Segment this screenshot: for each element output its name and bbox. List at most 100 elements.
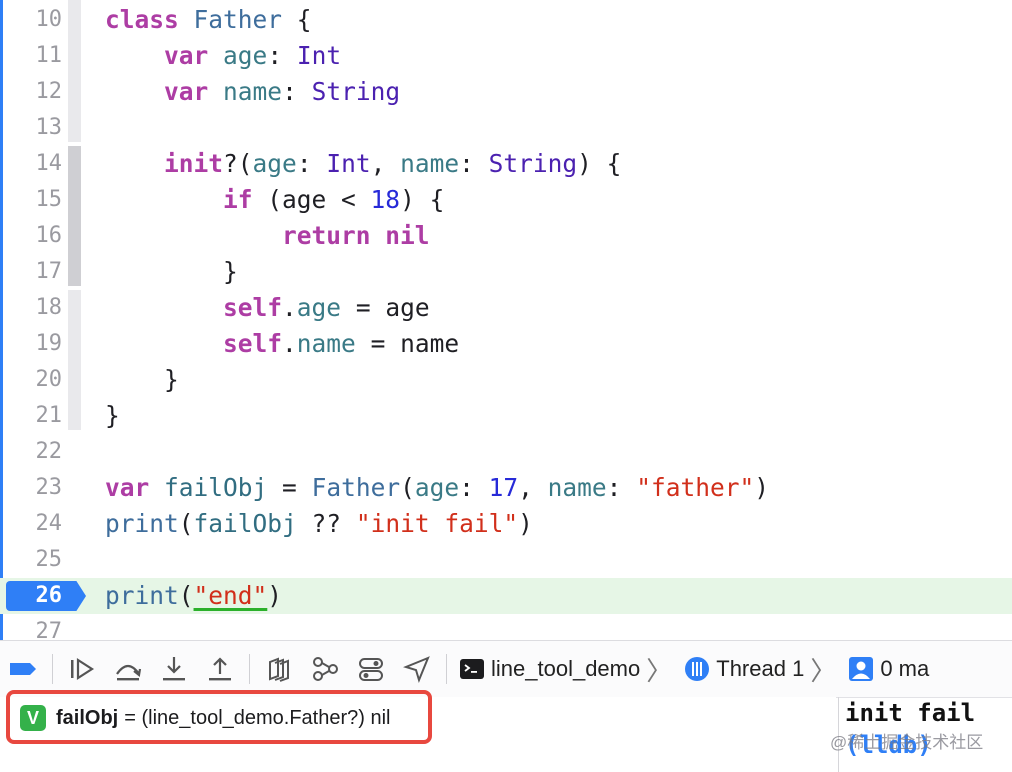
code-token: : bbox=[296, 149, 327, 178]
source-editor[interactable]: 10 class Father {11 var age: Int 12 var na… bbox=[0, 0, 1012, 640]
code-token: String bbox=[488, 149, 578, 178]
line-number[interactable]: 16 bbox=[0, 218, 63, 254]
code-line[interactable]: 16 return nil bbox=[0, 218, 1012, 254]
variable-value: = (line_tool_demo.Father?) nil bbox=[124, 706, 391, 729]
line-number[interactable]: 10 bbox=[0, 2, 63, 38]
line-number[interactable]: 26 bbox=[0, 578, 63, 614]
code-line[interactable]: 13 bbox=[0, 110, 1012, 146]
code-token: ) { bbox=[577, 149, 622, 178]
code-token: name bbox=[400, 149, 460, 178]
line-number[interactable]: 25 bbox=[0, 542, 63, 578]
code-token: if bbox=[223, 185, 253, 214]
code-line[interactable]: 15 if (age < 18) { bbox=[0, 182, 1012, 218]
line-number[interactable]: 22 bbox=[0, 434, 63, 470]
code-token: } bbox=[105, 401, 120, 430]
line-number[interactable]: 17 bbox=[0, 254, 63, 290]
code-line[interactable]: 17 } bbox=[0, 254, 1012, 290]
code-token: ?? bbox=[296, 509, 356, 538]
code-token: age bbox=[296, 293, 342, 322]
line-number[interactable]: 11 bbox=[0, 38, 63, 74]
simulate-location-icon[interactable] bbox=[394, 649, 440, 689]
code-token: : bbox=[267, 41, 297, 70]
code-token: : bbox=[282, 77, 312, 106]
code-line[interactable]: 19 self.name = name bbox=[0, 326, 1012, 362]
code-token: } bbox=[105, 257, 238, 286]
code-token: = bbox=[267, 473, 312, 502]
step-out-icon[interactable] bbox=[197, 649, 243, 689]
code-line[interactable]: 22 bbox=[0, 434, 1012, 470]
code-text: self.name = name bbox=[105, 326, 459, 362]
code-line[interactable]: 21} bbox=[0, 398, 1012, 434]
code-line[interactable]: 23 var failObj = Father(age: 17, name: "f… bbox=[0, 470, 1012, 506]
line-number[interactable]: 20 bbox=[0, 362, 63, 398]
code-token: , bbox=[370, 149, 401, 178]
code-token: age bbox=[414, 473, 460, 502]
code-line[interactable]: 18 self.age = age bbox=[0, 290, 1012, 326]
code-token: } bbox=[105, 365, 179, 394]
code-line[interactable]: 14 init?(age: Int, name: String) { bbox=[0, 146, 1012, 182]
breakpoints-toggle-icon[interactable] bbox=[0, 649, 46, 689]
code-token: age bbox=[223, 41, 268, 70]
code-line[interactable]: 25 bbox=[0, 542, 1012, 578]
continue-icon[interactable] bbox=[59, 649, 105, 689]
terminal-icon bbox=[453, 649, 491, 689]
line-number[interactable]: 21 bbox=[0, 398, 63, 434]
line-number[interactable]: 13 bbox=[0, 110, 63, 146]
step-over-icon[interactable] bbox=[105, 649, 151, 689]
code-text: var age: Int bbox=[105, 38, 341, 74]
code-line[interactable]: 20 } bbox=[0, 362, 1012, 398]
view-hierarchy-icon[interactable] bbox=[256, 649, 302, 689]
code-text: if (age < 18) { bbox=[105, 182, 444, 218]
code-token: var bbox=[164, 41, 209, 70]
code-token: name bbox=[296, 329, 356, 358]
step-into-icon[interactable] bbox=[151, 649, 197, 689]
code-line[interactable]: 10 class Father { bbox=[0, 2, 1012, 38]
current-code-line[interactable]: 26 print("end") bbox=[0, 578, 1012, 614]
breadcrumb-frame[interactable]: 0 ma bbox=[880, 656, 929, 682]
code-text: } bbox=[105, 398, 120, 434]
line-number[interactable]: 15 bbox=[0, 182, 63, 218]
code-text: print("end") bbox=[105, 578, 282, 614]
code-token: "father" bbox=[636, 473, 755, 502]
environment-overrides-icon[interactable] bbox=[348, 649, 394, 689]
code-token: . bbox=[282, 329, 297, 358]
chevron-right-icon: 〉 bbox=[646, 655, 673, 686]
line-number[interactable]: 24 bbox=[0, 506, 63, 542]
code-token: ( bbox=[178, 581, 194, 610]
line-number[interactable]: 23 bbox=[0, 470, 63, 506]
code-line[interactable]: 24 print(failObj ?? "init fail") bbox=[0, 506, 1012, 542]
code-token: "end" bbox=[193, 581, 268, 610]
line-number[interactable]: 19 bbox=[0, 326, 63, 362]
code-text: } bbox=[105, 254, 238, 290]
line-number[interactable]: 27 bbox=[0, 614, 63, 640]
variable-row[interactable]: V failObj = (line_tool_demo.Father?) nil bbox=[20, 704, 391, 732]
memory-graph-icon[interactable] bbox=[302, 649, 348, 689]
breadcrumb-thread[interactable]: Thread 1 bbox=[716, 656, 804, 682]
toolbar-divider bbox=[446, 654, 447, 684]
code-line[interactable]: 27 bbox=[0, 614, 1012, 640]
toolbar-divider bbox=[52, 654, 53, 684]
code-token: var bbox=[105, 473, 150, 502]
code-token: return bbox=[282, 221, 371, 250]
code-text: var failObj = Father(age: 17, name: "fat… bbox=[105, 470, 769, 506]
watermark: @稀土掘金技术社区 bbox=[830, 733, 984, 752]
line-number[interactable]: 14 bbox=[0, 146, 63, 182]
code-token: init bbox=[164, 149, 224, 178]
code-line[interactable]: 11 var age: Int bbox=[0, 38, 1012, 74]
code-text: class Father { bbox=[105, 2, 312, 38]
breadcrumb-target[interactable]: line_tool_demo bbox=[491, 656, 640, 682]
line-number[interactable]: 18 bbox=[0, 290, 63, 326]
line-number[interactable]: 12 bbox=[0, 74, 63, 110]
code-token: failObj bbox=[164, 473, 268, 502]
code-token: Father bbox=[193, 5, 283, 34]
code-token: name bbox=[547, 473, 607, 502]
code-line[interactable]: 12 var name: String bbox=[0, 74, 1012, 110]
code-token: : bbox=[606, 473, 637, 502]
